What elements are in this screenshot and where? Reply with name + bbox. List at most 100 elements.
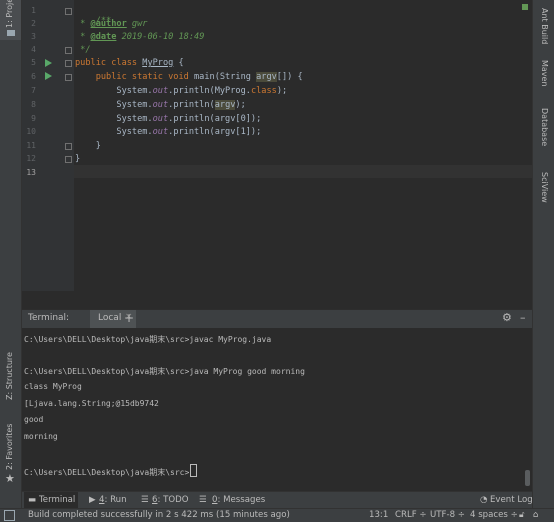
- maven-tab[interactable]: Maven: [540, 60, 549, 87]
- class-name: MyProg: [142, 58, 174, 68]
- event-log-icon: ◔: [480, 495, 488, 505]
- line-number: 6: [31, 72, 36, 81]
- doc-tag: @author: [90, 19, 127, 29]
- code-line: }: [75, 154, 80, 164]
- code-text: System.: [75, 86, 153, 96]
- fold-icon[interactable]: [65, 143, 72, 150]
- gear-icon[interactable]: ⚙: [502, 311, 512, 324]
- code-text: }: [75, 154, 81, 164]
- run-main-icon[interactable]: [45, 72, 52, 80]
- line-number: 9: [31, 114, 36, 123]
- keyword: public class: [75, 58, 143, 68]
- code-line: public class MyProg {: [75, 58, 184, 68]
- code-text: main(String: [194, 72, 257, 82]
- terminal-scrollbar[interactable]: [525, 470, 530, 486]
- code-editor[interactable]: 1 2 3 4 5 6 7 8 9 10 11 12 13 /** * @aut…: [22, 0, 532, 291]
- line-number: 8: [31, 100, 36, 109]
- parameter-highlight: argv: [214, 100, 236, 110]
- code-text: System.: [75, 127, 153, 137]
- indent-setting[interactable]: 4 spaces ÷: [470, 510, 518, 520]
- project-tab-label: 1: Project: [5, 0, 14, 28]
- code-text: }: [75, 141, 101, 151]
- fold-icon[interactable]: [65, 74, 72, 81]
- code-line: * @author gwr: [75, 19, 147, 29]
- fold-icon[interactable]: [65, 47, 72, 54]
- line-number: 10: [26, 127, 36, 136]
- code-line: */: [75, 45, 91, 55]
- terminal-prompt: C:\Users\DELL\Desktop\java期末\src>: [24, 468, 190, 477]
- doc-comment: */: [75, 45, 91, 55]
- code-text: .println(: [168, 100, 215, 110]
- file-encoding[interactable]: UTF-8 ÷: [430, 510, 465, 520]
- code-text: );: [235, 100, 246, 110]
- inspection-ok-icon[interactable]: [522, 4, 528, 10]
- run-toolwindow-button[interactable]: 4: Run: [99, 495, 127, 505]
- line-number: 12: [26, 154, 36, 163]
- doc-comment: gwr: [126, 19, 148, 29]
- code-line: System.out.println(argv[0]);: [75, 114, 261, 124]
- static-field: out: [152, 86, 169, 96]
- code-text: .println(MyProg.: [168, 86, 251, 96]
- todo-label: : TODO: [157, 495, 189, 505]
- panel-toggle-icon[interactable]: [4, 510, 15, 521]
- terminal-tab-label: Local: [98, 313, 122, 323]
- terminal-cursor: [190, 464, 198, 477]
- fold-icon[interactable]: [65, 156, 72, 163]
- status-bar: Build completed successfully in 2 s 422 …: [0, 508, 554, 522]
- line-separator[interactable]: CRLF ÷: [395, 510, 427, 520]
- run-class-icon[interactable]: [45, 59, 52, 67]
- terminal-line: morning: [24, 432, 58, 441]
- status-message: Build completed successfully in 2 s 422 …: [28, 510, 290, 520]
- database-tab[interactable]: Database: [540, 108, 549, 146]
- event-log-button[interactable]: Event Log: [490, 495, 533, 505]
- left-tool-strip: 1: Project Z: Structure 2: Favorites ★: [0, 0, 22, 508]
- line-number: 3: [31, 32, 36, 41]
- code-line: System.out.println(MyProg.class);: [75, 86, 287, 96]
- code-line: System.out.println(argv);: [75, 100, 246, 110]
- ant-build-tab[interactable]: Ant Build: [540, 8, 549, 44]
- terminal-line: class MyProg: [24, 382, 82, 391]
- messages-toolwindow-button[interactable]: 0: Messages: [212, 495, 265, 505]
- sciview-tab[interactable]: SciView: [540, 172, 549, 203]
- terminal-icon: ▬: [28, 495, 37, 505]
- code-text: []) {: [276, 72, 303, 82]
- code-text: .println(argv[1]);: [168, 127, 262, 137]
- static-field: out: [152, 100, 169, 110]
- doc-comment: 2019-06-10 18:49: [116, 32, 205, 42]
- line-number: 5: [31, 58, 36, 67]
- run-icon: ▶: [89, 495, 96, 505]
- keyword: class: [250, 86, 277, 96]
- code-text: .println(argv[0]);: [168, 114, 262, 124]
- line-number: 13: [26, 168, 36, 177]
- hide-panel-icon[interactable]: –: [520, 311, 526, 324]
- todo-toolwindow-button[interactable]: 6: TODO: [152, 495, 189, 505]
- static-field: out: [152, 127, 169, 137]
- caret-position[interactable]: 13:1: [369, 510, 388, 520]
- lock-icon[interactable]: 🔓︎: [519, 510, 525, 520]
- folder-icon: [7, 30, 15, 36]
- new-terminal-tab-button[interactable]: +: [124, 311, 134, 325]
- line-number: 2: [31, 19, 36, 28]
- doc-comment: *: [75, 32, 91, 42]
- code-text: System.: [75, 114, 153, 124]
- current-line-highlight: [74, 165, 532, 178]
- code-text: System.: [75, 100, 153, 110]
- messages-label: : Messages: [217, 495, 266, 505]
- code-text: {: [173, 58, 184, 68]
- git-icon[interactable]: ⌂: [533, 510, 538, 520]
- fold-icon[interactable]: [65, 60, 72, 67]
- terminal-line: C:\Users\DELL\Desktop\java期末\src>javac M…: [24, 335, 272, 344]
- line-number: 7: [31, 86, 36, 95]
- messages-icon: ☰: [199, 495, 207, 505]
- doc-comment: *: [75, 19, 91, 29]
- line-number: 11: [26, 141, 36, 150]
- code-text: );: [276, 86, 288, 96]
- terminal-toolwindow-label[interactable]: Terminal: [39, 495, 75, 505]
- editor-gutter: 1 2 3 4 5 6 7 8 9 10 11 12 13: [22, 0, 74, 291]
- run-label: : Run: [104, 495, 127, 505]
- fold-icon[interactable]: [65, 8, 72, 15]
- terminal-prompt-line: C:\Users\DELL\Desktop\java期末\src>: [24, 464, 198, 478]
- favorites-tab[interactable]: 2: Favorites: [5, 424, 14, 470]
- terminal-output[interactable]: C:\Users\DELL\Desktop\java期末\src>javac M…: [22, 328, 532, 491]
- structure-tab[interactable]: Z: Structure: [5, 352, 14, 400]
